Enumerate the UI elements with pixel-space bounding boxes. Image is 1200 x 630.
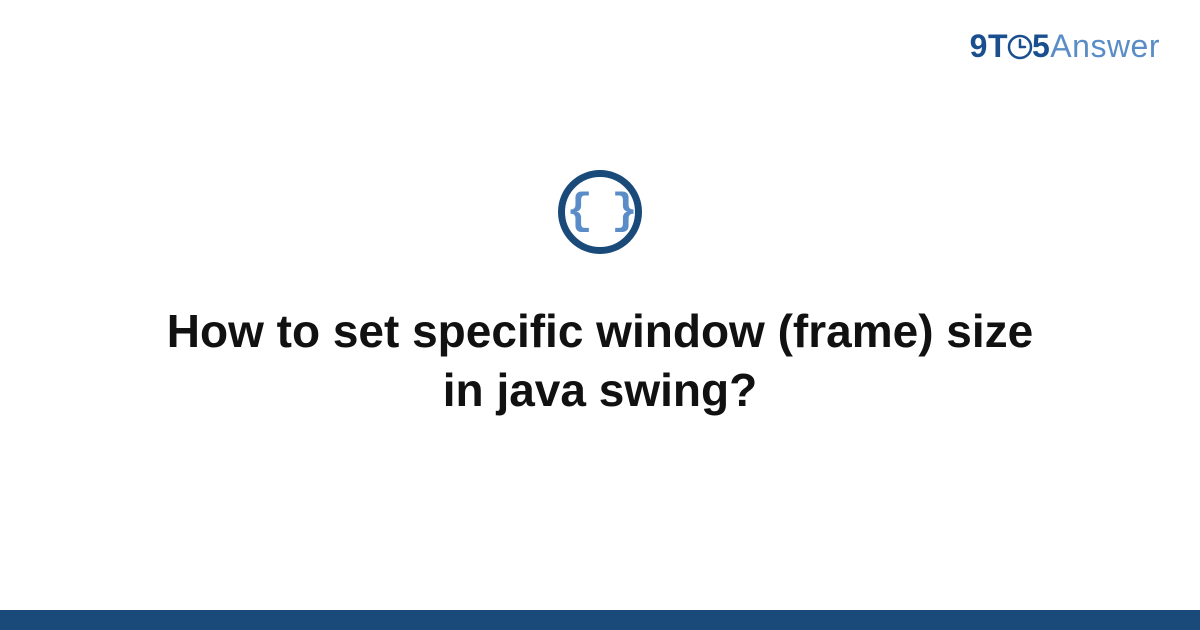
bottom-accent-bar [0, 610, 1200, 630]
main-content: { } How to set specific window (frame) s… [0, 0, 1200, 630]
category-code-icon: { } [558, 170, 642, 254]
braces-icon: { } [566, 190, 633, 234]
question-title: How to set specific window (frame) size … [100, 302, 1100, 420]
